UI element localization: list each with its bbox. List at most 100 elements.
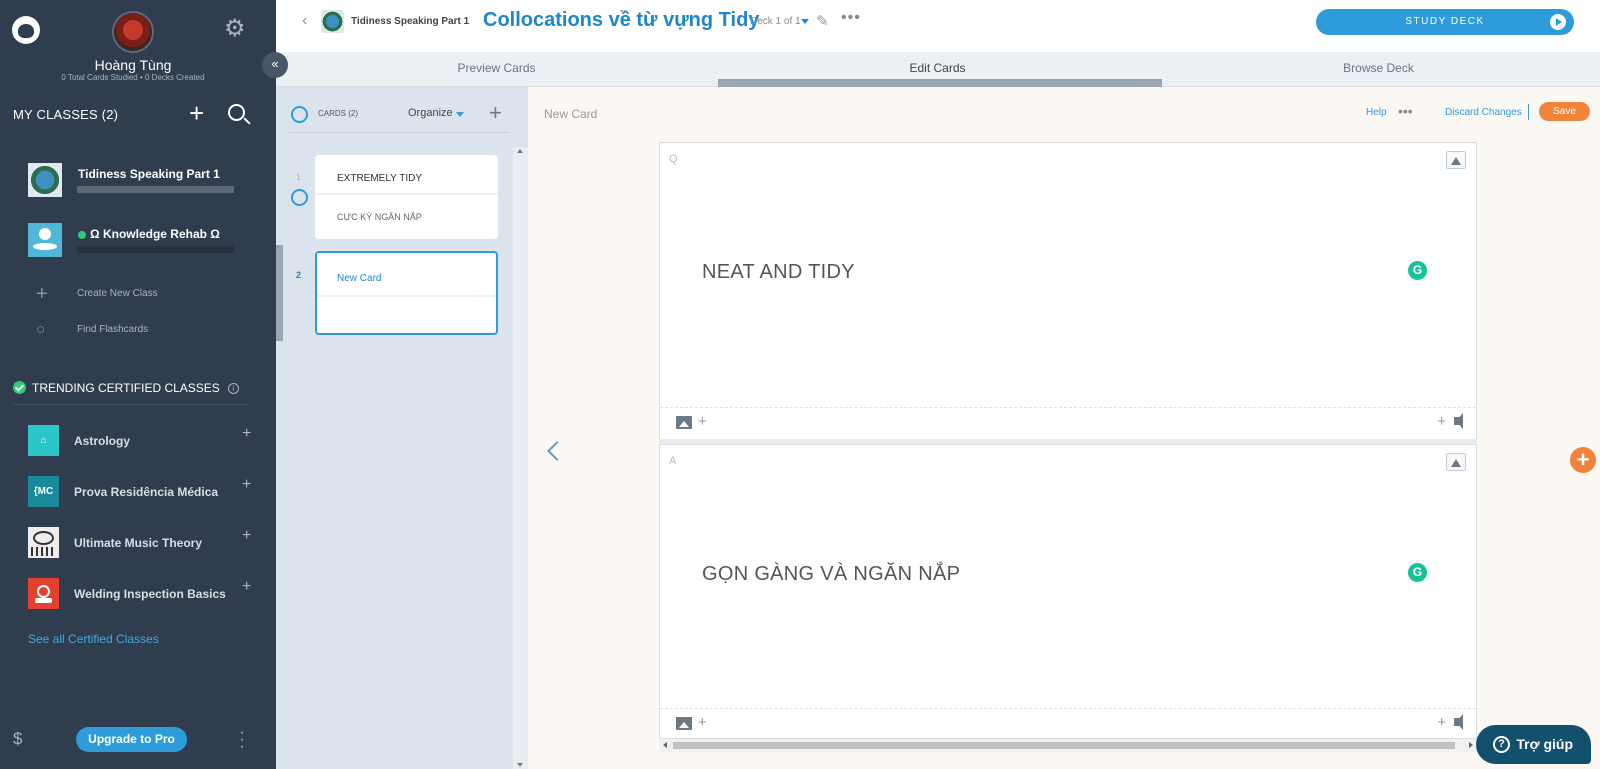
scroll-up-arrow[interactable] [517,149,523,153]
plus-icon[interactable]: + [1437,413,1446,430]
card-number: 1 [296,172,302,182]
add-card-plus-icon[interactable]: + [1570,447,1596,473]
scroll-left-arrow[interactable] [663,742,667,748]
chevron-down-icon[interactable] [456,112,464,117]
scrollbar-thumb[interactable] [673,742,1455,749]
scroll-right-arrow[interactable] [1469,742,1473,748]
find-flashcards-label: Find Flashcards [77,324,149,335]
card-answer: CỰC KỲ NGĂN NẮP [337,212,422,222]
active-tab-indicator [718,79,1162,87]
card-tile-2[interactable]: New Card [315,251,498,335]
settings-gear-icon[interactable]: ⚙ [224,17,246,41]
add-card-plus-icon[interactable]: + [489,100,502,126]
class-name-text: Ω Knowledge Rehab Ω [90,227,220,241]
audio-speaker-icon[interactable] [1454,413,1463,429]
certified-class-music-theory[interactable]: Ultimate Music Theory + [28,527,258,559]
help-link[interactable]: Help [1366,107,1387,118]
tab-browse-deck[interactable]: Browse Deck [1158,52,1599,87]
question-tag: Q [669,153,678,165]
user-name: Hoàng Tùng [94,57,172,73]
chevron-down-icon[interactable] [801,19,809,24]
answer-side[interactable]: A GỌN GÀNG VÀ NGĂN NẮP G + + [659,444,1477,739]
image-icon[interactable] [676,717,692,730]
search-icon[interactable] [228,104,245,121]
breadcrumb-class[interactable]: Tidiness Speaking Part 1 [351,16,469,27]
study-deck-button[interactable]: STUDY DECK [1316,9,1574,35]
certified-class-astrology[interactable]: ⌂ Astrology + [28,425,258,457]
music-theory-thumbnail [28,527,59,558]
card-tile-1[interactable]: EXTREMELY TIDY CỰC KỲ NGĂN NẮP [315,155,498,239]
certified-class-prova[interactable]: {MC Prova Residência Médica + [28,476,258,508]
grammarly-icon[interactable]: G [1408,261,1427,280]
edit-pencil-icon[interactable]: ✎ [816,12,829,30]
editor-horizontal-scrollbar[interactable] [659,739,1477,752]
more-options-icon[interactable]: ••• [1398,103,1413,119]
save-button[interactable]: Save [1539,102,1590,121]
organize-dropdown[interactable]: Organize [408,107,453,119]
sidebar: ⚙ Hoàng Tùng 0 Total Cards Studied • 0 D… [0,0,276,769]
divider [289,132,509,133]
collapse-sidebar-button[interactable]: « [262,52,288,78]
previous-card-chevron-icon[interactable] [547,441,567,461]
online-status-dot [78,230,86,239]
study-deck-label: STUDY DECK [1405,16,1485,27]
welding-thumbnail [28,578,59,609]
card-editor: New Card Help ••• Discard Changes Save Q… [528,87,1600,769]
question-text[interactable]: NEAT AND TIDY [702,261,855,284]
question-side[interactable]: Q NEAT AND TIDY G + + [659,142,1477,442]
card-select-checkbox[interactable] [291,189,308,206]
user-avatar[interactable] [112,11,154,53]
dollar-icon[interactable]: $ [13,729,22,749]
add-class-plus-icon[interactable]: + [242,476,251,494]
audio-speaker-icon[interactable] [1454,714,1463,730]
certified-class-name: Astrology [74,434,131,448]
see-all-certified-link[interactable]: See all Certified Classes [28,632,159,646]
deck-count[interactable]: Deck 1 of 1 [750,16,801,27]
card-list-scrollbar[interactable] [513,147,528,769]
deck-title: Collocations về từ vựng Tidy [483,9,760,31]
insert-image-icon[interactable] [1446,151,1466,169]
card-separator [315,193,498,195]
class-name: Ω Knowledge Rehab Ω [78,227,220,241]
card-question: New Card [337,273,382,284]
info-icon[interactable]: i [227,383,239,395]
help-widget-button[interactable]: ? Trợ giúp [1476,725,1591,764]
certified-class-welding[interactable]: Welding Inspection Basics + [28,578,258,610]
create-new-class-label: Create New Class [77,288,158,299]
question-toolbar: + + [660,407,1476,437]
plus-icon[interactable]: + [1437,714,1446,731]
globe-class-thumbnail [28,163,62,197]
select-all-checkbox[interactable] [291,106,308,123]
selection-strip [276,245,283,341]
grammarly-icon[interactable]: G [1408,563,1427,582]
cards-count: CARDS (2) [318,109,359,118]
search-icon: ○ [36,321,46,338]
answer-text[interactable]: GỌN GÀNG VÀ NGĂN NẮP [702,563,960,586]
insert-image-icon[interactable] [1446,453,1466,471]
discard-changes-link[interactable]: Discard Changes [1445,107,1522,118]
add-class-plus-icon[interactable]: + [242,578,251,596]
tab-preview-cards[interactable]: Preview Cards [276,52,717,87]
more-options-icon[interactable]: · · · [238,725,246,755]
image-icon[interactable] [676,416,692,429]
divider [13,404,249,405]
add-class-plus-icon[interactable]: + [189,100,204,126]
deck-tabs: Preview Cards Edit Cards Browse Deck [276,52,1600,87]
back-chevron-icon[interactable]: ‹ [302,12,307,30]
add-class-plus-icon[interactable]: + [242,425,251,443]
scroll-down-arrow[interactable] [517,763,523,767]
class-item-knowledge-rehab[interactable]: Ω Knowledge Rehab Ω [28,223,238,259]
plus-icon[interactable]: + [698,714,707,731]
help-widget-label: Trợ giúp [1516,736,1573,752]
more-options-icon[interactable]: ••• [841,9,861,27]
add-class-plus-icon[interactable]: + [242,527,251,545]
certified-check-icon [13,381,26,395]
certified-class-name: Welding Inspection Basics [74,587,226,601]
class-globe-icon [321,10,344,33]
class-item-tidiness[interactable]: Tidiness Speaking Part 1 [28,163,238,199]
certified-class-name: Ultimate Music Theory [74,536,203,550]
upgrade-to-pro-button[interactable]: Upgrade to Pro [76,727,187,752]
brainscape-logo-icon[interactable] [12,16,40,44]
user-stats: 0 Total Cards Studied • 0 Decks Created [61,73,205,82]
plus-icon[interactable]: + [698,413,707,430]
